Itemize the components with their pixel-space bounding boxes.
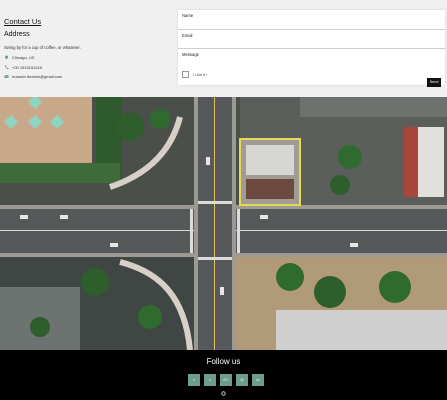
google-plus-icon[interactable]: G+ bbox=[220, 374, 232, 386]
follow-us-heading: Follow us bbox=[206, 357, 241, 366]
email-field[interactable]: Email bbox=[178, 30, 445, 49]
tagline: Swing by for a cup of coffee, or whateve… bbox=[4, 45, 81, 50]
twitter-icon[interactable]: t bbox=[204, 374, 216, 386]
email-text: hussein.ibrahim@gmail.com bbox=[12, 73, 63, 79]
phone-icon bbox=[4, 65, 9, 69]
captcha-label: I Like It ! bbox=[193, 72, 208, 77]
name-placeholder: Name bbox=[182, 13, 194, 18]
linkedin-icon[interactable]: in bbox=[252, 374, 264, 386]
facebook-icon[interactable]: f bbox=[188, 374, 200, 386]
message-field[interactable]: Message bbox=[178, 49, 445, 75]
location-pin-icon bbox=[5, 55, 8, 60]
footer: Follow us f t G+ ◎ in bbox=[0, 350, 447, 400]
captcha-checkbox[interactable] bbox=[182, 71, 189, 78]
social-links: f t G+ ◎ in bbox=[188, 374, 264, 386]
address-heading: Address bbox=[4, 31, 30, 38]
name-field[interactable]: Name bbox=[178, 10, 445, 30]
aerial-city-image bbox=[0, 97, 447, 350]
phone-row: +00 1515151515 bbox=[4, 64, 42, 70]
captcha-row: I Like It ! bbox=[182, 71, 207, 78]
message-placeholder: Message bbox=[182, 52, 199, 57]
email-placeholder: Email bbox=[182, 33, 193, 38]
page: Contact Us Address Swing by for a cup of… bbox=[0, 0, 447, 400]
contact-us-link[interactable]: Contact Us bbox=[4, 17, 41, 26]
envelope-icon bbox=[4, 74, 9, 78]
email-row: hussein.ibrahim@gmail.com bbox=[4, 73, 62, 79]
location-text: Chicago, US bbox=[12, 54, 35, 60]
send-button[interactable]: Send bbox=[427, 78, 441, 87]
phone-text: +00 1515151515 bbox=[12, 64, 43, 70]
instagram-icon[interactable]: ◎ bbox=[236, 374, 248, 386]
contact-section: Contact Us Address Swing by for a cup of… bbox=[0, 0, 447, 97]
scroll-top-icon[interactable] bbox=[221, 391, 226, 396]
location-row: Chicago, US bbox=[4, 54, 34, 60]
contact-form: Name Email Message I Like It ! Send bbox=[178, 10, 445, 87]
